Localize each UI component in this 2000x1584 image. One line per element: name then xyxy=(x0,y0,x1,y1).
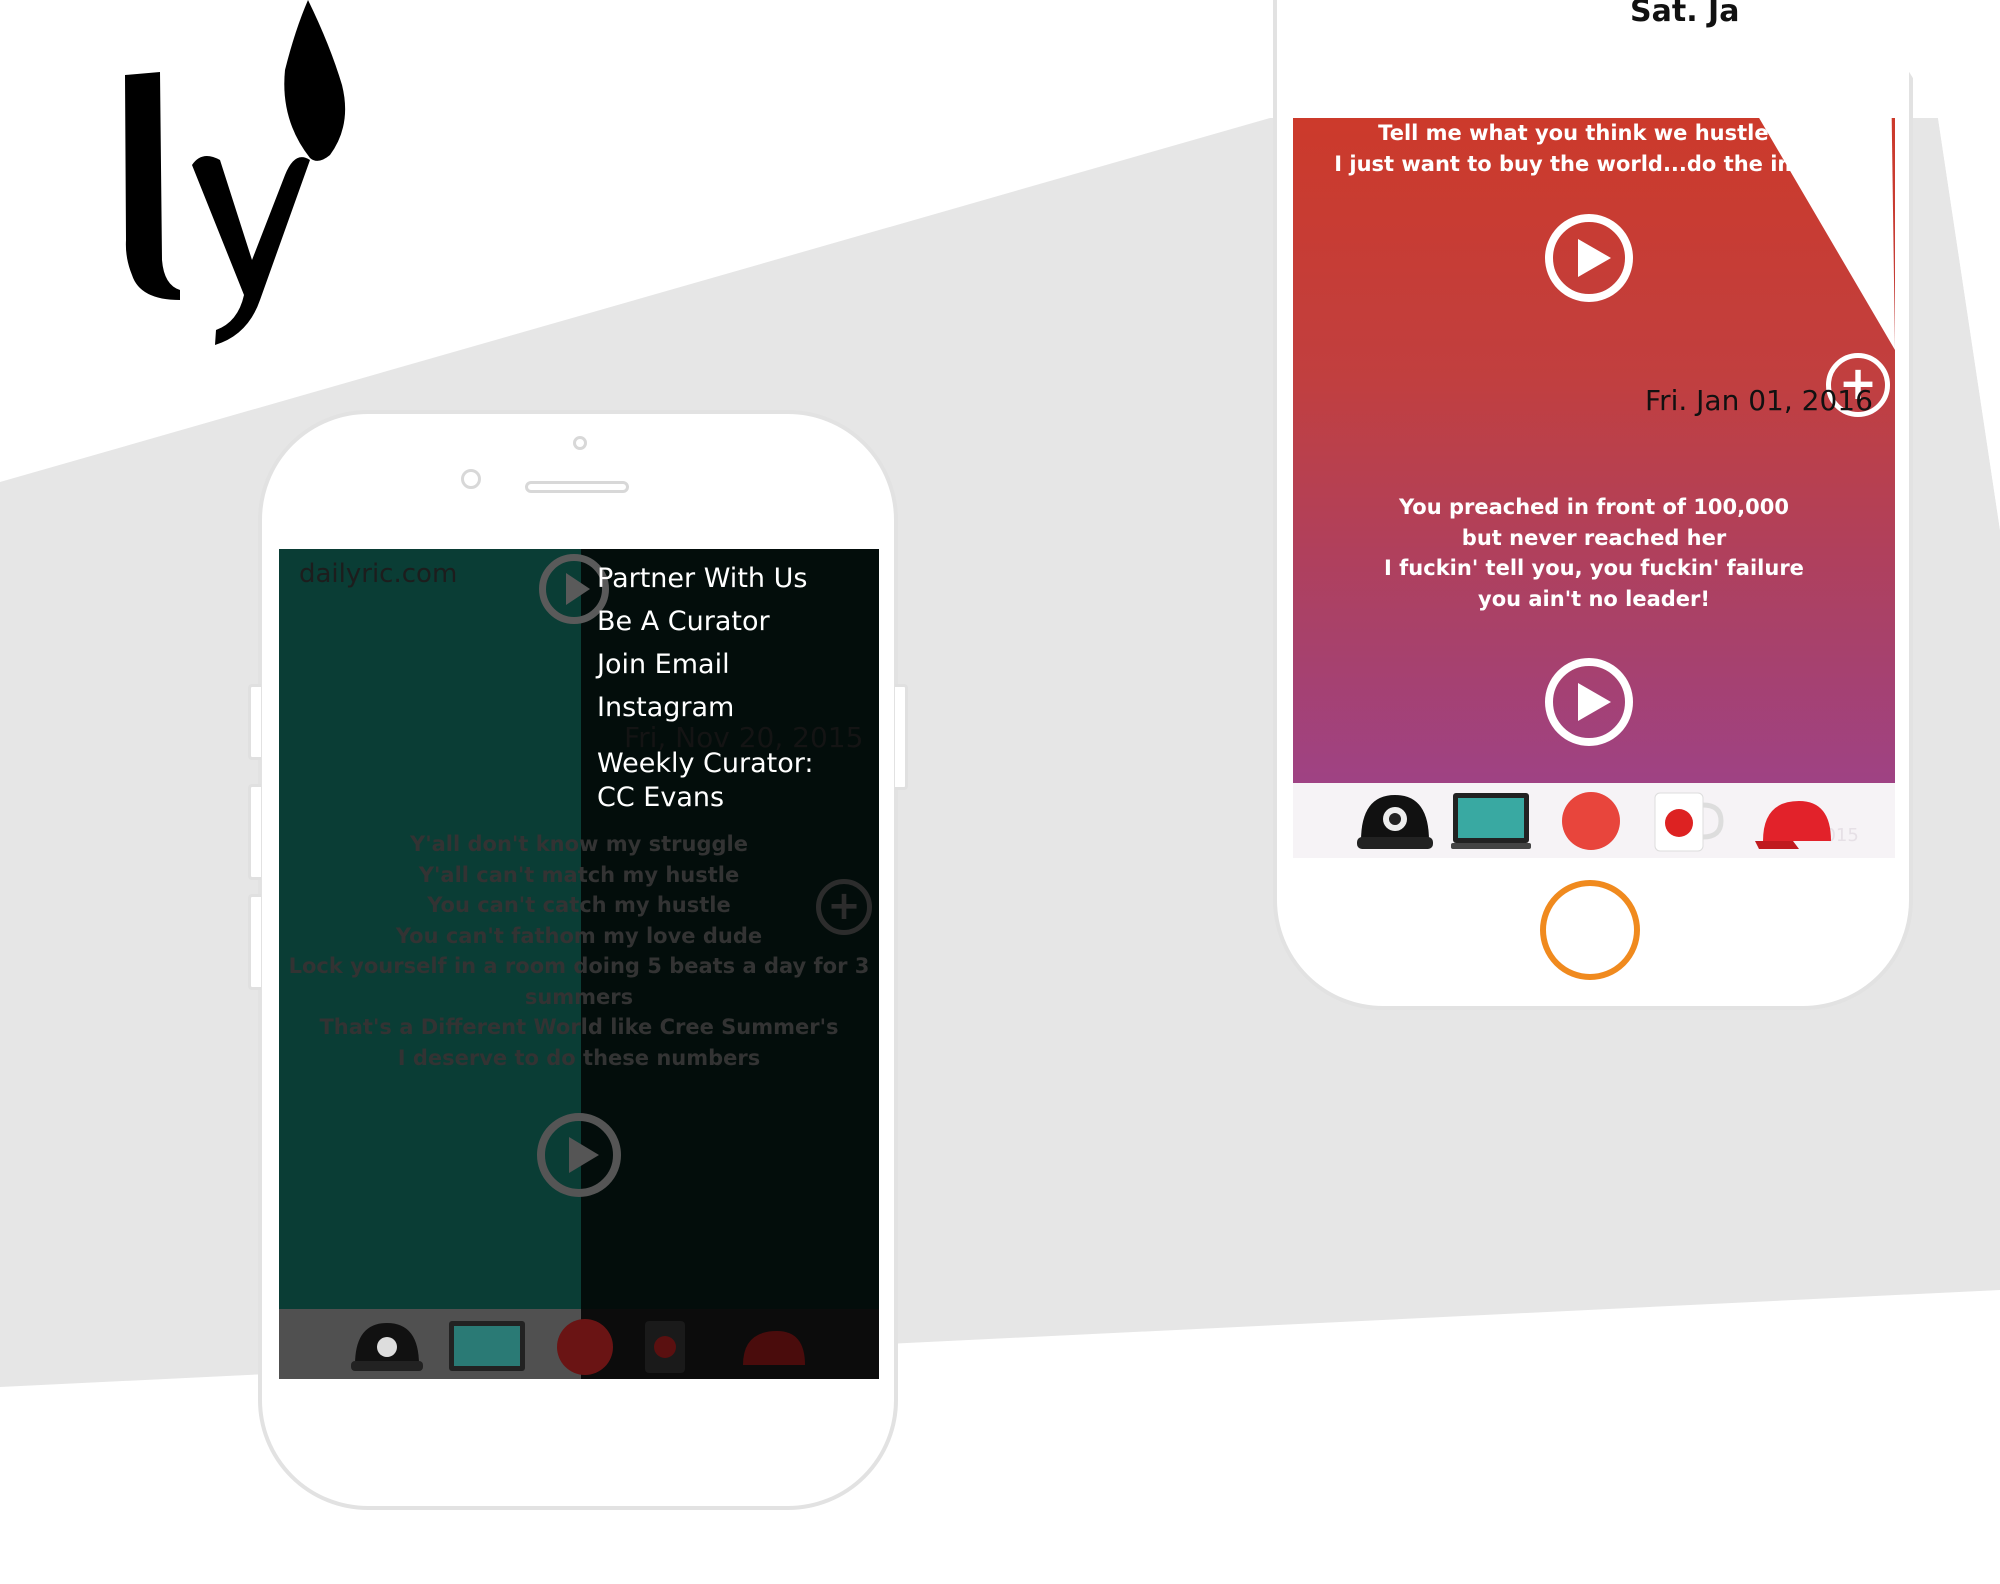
site-name[interactable]: dailyric.com xyxy=(299,559,457,589)
right-phone-screen: Tell me what you think we hustle for I j… xyxy=(1293,118,1895,858)
lyric-line: Tell me what you think we hustle for xyxy=(1378,121,1810,145)
lyric-line: I fuckin' tell you, you fuckin' failure xyxy=(1384,556,1804,580)
red-button-icon[interactable] xyxy=(1559,787,1623,855)
red-cap-icon[interactable] xyxy=(1753,787,1843,855)
menu-item-email[interactable]: Join Email xyxy=(597,643,813,686)
earpiece-speaker xyxy=(525,481,629,493)
lyric-line: you ain't no leader! xyxy=(1478,586,1710,611)
shop-strip xyxy=(279,1309,879,1379)
power-button xyxy=(895,684,908,790)
red-cap-icon[interactable] xyxy=(733,1317,813,1377)
lyric-line: That's a Different World like Cree Summe… xyxy=(319,1015,839,1039)
lyrics-block: You preached in front of 100,000 but nev… xyxy=(1293,492,1895,614)
lyric-line: but never reached her xyxy=(1461,525,1727,550)
volume-down-button xyxy=(248,894,261,990)
menu-item-curator[interactable]: Be A Curator xyxy=(597,600,813,643)
lyric-line: You preached in front of 100,000 xyxy=(1399,495,1789,519)
shop-strip: 2015 xyxy=(1293,783,1895,858)
lyric-date-top: Sat. Ja xyxy=(1630,0,1740,29)
menu-item-instagram[interactable]: Instagram xyxy=(597,686,813,729)
volume-up-button xyxy=(248,784,261,880)
play-icon[interactable] xyxy=(537,1113,621,1197)
lyric-line: summers xyxy=(524,984,634,1009)
side-menu: Partner With Us Be A Curator Join Email … xyxy=(597,557,813,815)
add-icon[interactable]: + xyxy=(816,879,872,935)
lyric-line: I deserve to do these numbers xyxy=(397,1045,761,1070)
curator-label: Weekly Curator: xyxy=(597,748,814,779)
lyrics-block: Tell me what you think we hustle for I j… xyxy=(1293,118,1895,179)
snapback-cap-icon[interactable] xyxy=(347,1317,427,1377)
red-button-icon[interactable] xyxy=(555,1317,615,1377)
mug-icon[interactable] xyxy=(639,1317,699,1377)
menu-item-partner[interactable]: Partner With Us xyxy=(597,557,813,600)
curator-name[interactable]: CC Evans xyxy=(597,781,813,815)
snapback-cap-icon[interactable] xyxy=(1355,787,1435,855)
sensor-dot xyxy=(573,436,587,450)
lyric-line: You can't fathom my love dude xyxy=(395,923,763,948)
lyric-line: Y'all can't match my hustle xyxy=(418,862,740,887)
home-button[interactable] xyxy=(1540,880,1640,980)
play-icon[interactable] xyxy=(1545,214,1633,302)
lyric-line: Lock yourself in a room doing 5 beats a … xyxy=(288,954,870,978)
laptop-icon[interactable] xyxy=(447,1317,527,1377)
left-phone-screen: dailyric.com Fri, Nov 20, 2015 Y'all don… xyxy=(279,549,879,1379)
front-camera xyxy=(461,469,481,489)
lyric-date: Fri. Jan 01, 2016 xyxy=(1645,384,1873,417)
play-icon[interactable] xyxy=(1545,658,1633,746)
lyric-line: I just want to buy the world...do the im… xyxy=(1334,151,1854,176)
laptop-icon[interactable] xyxy=(1451,787,1531,855)
ly-logo xyxy=(125,0,346,345)
mute-switch xyxy=(248,684,261,760)
lyric-line: You can't catch my hustle xyxy=(427,893,731,917)
lyrics-block: Y'all don't know my struggle Y'all can't… xyxy=(279,829,879,1073)
mug-icon[interactable] xyxy=(1649,787,1725,855)
lyric-line: Y'all don't know my struggle xyxy=(410,832,748,856)
